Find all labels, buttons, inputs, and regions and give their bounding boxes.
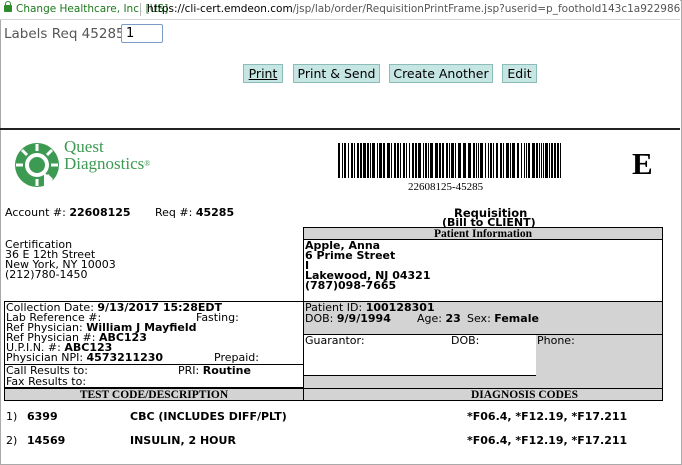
test-diagnosis: *F06.4, *F12.19, *F17.211 [467, 410, 628, 423]
test-description: INSULIN, 2 HOUR [130, 434, 236, 447]
address-separator [140, 3, 141, 16]
url-path: /jsp/lab/order/RequisitionPrintFrame.jsp… [292, 3, 680, 15]
test-row-num: 1) [6, 410, 18, 423]
edit-button[interactable]: Edit [502, 64, 537, 83]
fasting: Fasting: [196, 311, 239, 324]
prepaid: Prepaid: [214, 351, 259, 364]
patient-street: 6 Prime Street [305, 249, 396, 262]
url-text[interactable]: https://cli-cert.emdeon.com/jsp/lab/orde… [147, 0, 680, 19]
guarantor-phone: Phone: [537, 334, 575, 347]
test-row-num: 2) [6, 434, 18, 447]
lock-icon [4, 1, 12, 12]
barcode-number: 22608125-45285 [408, 181, 484, 193]
labels-quantity-input[interactable] [121, 24, 163, 43]
frame-divider [0, 128, 680, 130]
print-button-label: Print [248, 66, 278, 81]
lab-phone: (212)780-1450 [5, 268, 88, 281]
url-host: https://cli-cert.emdeon.com [147, 3, 293, 15]
diagnosis-codes-header: DIAGNOSIS CODES [303, 388, 663, 401]
print-button[interactable]: Print [243, 64, 283, 83]
priority: PRI: Routine [178, 364, 251, 377]
create-another-button[interactable]: Create Another [389, 64, 493, 83]
patient-age: Age: 23 [417, 312, 461, 325]
patient-phone: (787)098-7665 [305, 279, 397, 292]
test-code: 14569 [27, 434, 66, 447]
barcode-letter: E [632, 146, 653, 181]
site-identity[interactable]: Change Healthcare, Inc. [US] [16, 0, 168, 19]
logo-line1: Quest [64, 137, 104, 156]
barcode [338, 143, 561, 178]
patient-dob: DOB: 9/9/1994 [305, 312, 391, 325]
test-code-header: TEST CODE/DESCRIPTION [4, 388, 304, 401]
labels-label: Labels Req 45285: [4, 26, 130, 42]
guarantor-label: Guarantor: [305, 334, 365, 347]
address-bar[interactable]: Change Healthcare, Inc. [US] https://cli… [0, 0, 680, 20]
guarantor-dob: DOB: [451, 334, 480, 347]
fax-results: Fax Results to: [6, 375, 87, 388]
logo-line2: Diagnostics® [64, 154, 151, 173]
quest-logo-text: Quest Diagnostics® [64, 138, 150, 172]
quest-logo-icon [15, 143, 59, 187]
req-number: Req #: 45285 [155, 206, 235, 219]
physician-npi: Physician NPI: 4573211230 [6, 351, 164, 364]
test-code: 6399 [27, 410, 58, 423]
test-description: CBC (INCLUDES DIFF/PLT) [130, 410, 287, 423]
account-number: Account #: 22608125 [5, 206, 131, 219]
test-diagnosis: *F06.4, *F12.19, *F17.211 [467, 434, 628, 447]
print-send-button[interactable]: Print & Send [293, 64, 380, 83]
patient-sex: Sex: Female [467, 312, 539, 325]
